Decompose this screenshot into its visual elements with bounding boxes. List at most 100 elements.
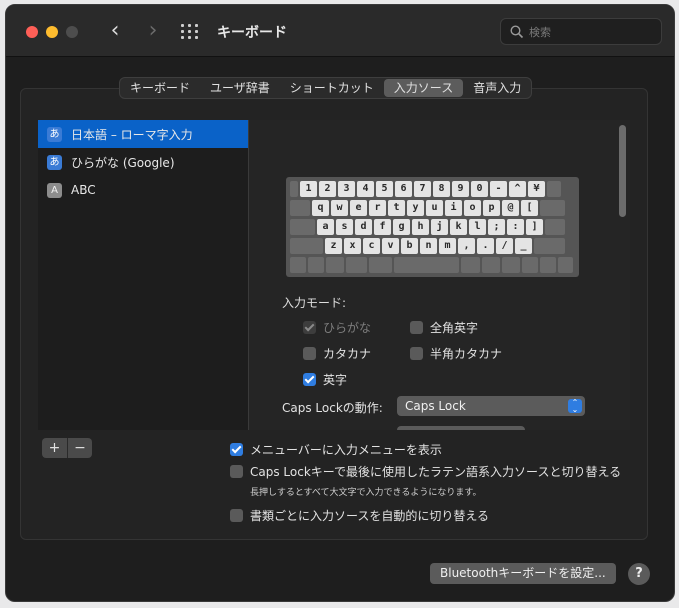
tab-dictation[interactable]: 音声入力 [463,78,531,98]
keyboard-key: o [464,200,481,216]
minimize-window-button[interactable] [46,26,58,38]
keyboard-key: v [382,238,399,254]
checkbox[interactable] [230,465,243,478]
checkbox[interactable] [230,443,243,456]
tab-keyboard[interactable]: キーボード [120,78,200,98]
input-source-item-abc[interactable]: A ABC [38,176,248,204]
keyboard-key: ] [526,219,543,235]
search-input[interactable] [529,23,654,41]
back-button[interactable]: ‹ [102,19,128,45]
mode-eiji-checkbox[interactable]: 英字 [303,371,347,388]
checkbox-label: Caps Lockキーで最後に使用したラテン語系入力ソースと切り替える [250,465,622,479]
checkbox-label: 英字 [323,373,348,387]
add-source-button[interactable]: + [42,438,67,458]
keyboard-key [502,257,521,273]
keyboard-key: 2 [319,181,336,197]
keyboard-key: z [325,238,342,254]
close-window-button[interactable] [26,26,38,38]
forward-button[interactable]: › [140,19,166,45]
checkbox-label: ひらがな [323,321,372,335]
keyboard-key: , [458,238,475,254]
tab-bar: キーボード ユーザ辞書 ショートカット 入力ソース 音声入力 [119,77,533,99]
input-source-label: 日本語 – ローマ字入力 [71,127,193,142]
keyboard-row: q w e r t y u i o p @[ [290,200,575,217]
zoom-window-button[interactable] [66,26,78,38]
help-icon[interactable]: ? [628,563,650,585]
tab-input-sources[interactable]: 入力ソース [383,79,464,97]
keyboard-key: a [317,219,334,235]
keyboard-key: : [507,219,524,235]
keyboard-key: [ [521,200,538,216]
keyboard-key [545,219,565,235]
input-mode-heading: 入力モード: [282,296,347,310]
checkbox[interactable] [410,321,423,334]
remove-source-button[interactable]: − [67,438,92,458]
keyboard-key: l [469,219,486,235]
keyboard-row: 1 2 3 4 5 6 7 8 9 0- ^ ¥ [290,181,575,198]
keyboard-key: 1 [300,181,317,197]
detail-scrollbar[interactable] [619,125,626,217]
keyboard-key: k [450,219,467,235]
keyboard-key: i [445,200,462,216]
checkbox[interactable] [303,347,316,360]
checkbox[interactable] [410,347,423,360]
caps-lock-behavior-label: Caps Lockの動作: [282,401,383,415]
mode-zenkaku-eiji-checkbox[interactable]: 全角英字 [410,319,478,336]
mode-hankaku-katakana-checkbox[interactable]: 半角カタカナ [410,345,502,362]
keyboard-key: p [483,200,500,216]
keyboard-key: 0 [471,181,488,197]
input-source-list: あ 日本語 – ローマ字入力 あ ひらがな (Google) A ABC [38,120,248,430]
checkbox[interactable] [230,509,243,522]
keyboard-key: - [490,181,507,197]
keyboard-key: 3 [338,181,355,197]
tab-user-dictionary[interactable]: ユーザ辞書 [200,78,280,98]
keyboard-key: 6 [395,181,412,197]
keyboard-key: j [431,219,448,235]
hiragana-a-icon: あ [47,126,62,142]
keyboard-key [307,257,324,273]
input-source-item-google-hiragana[interactable]: あ ひらがな (Google) [38,148,248,176]
keyboard-key [522,257,539,273]
keyboard-key [540,200,565,216]
keyboard-key: 9 [452,181,469,197]
keyboard-key: 4 [357,181,374,197]
keyboard-key: ^ [509,181,526,197]
secondary-popup[interactable] [397,426,525,430]
show-all-grid-icon[interactable] [180,23,200,41]
keyboard-key: 5 [376,181,393,197]
keyboard-key [325,257,344,273]
title-bar: ‹ › キーボード [6,5,674,57]
caps-lock-switch-checkbox[interactable]: Caps Lockキーで最後に使用したラテン語系入力ソースと切り替える [230,463,621,480]
keyboard-key: _ [515,238,532,254]
checkbox[interactable] [303,373,316,386]
caps-lock-behavior-popup[interactable]: Caps Lock ⌃ ⌄ [397,396,585,416]
keyboard-key: c [363,238,380,254]
add-remove-control: + − [42,438,92,458]
checkbox-label: カタカナ [323,347,372,361]
input-source-item-japanese-romaji[interactable]: あ 日本語 – ローマ字入力 [38,120,248,148]
keyboard-key [290,181,298,197]
keyboard-key [369,257,392,273]
checkbox-label: 全角英字 [430,321,479,335]
search-field[interactable] [500,18,662,45]
mode-katakana-checkbox[interactable]: カタカナ [303,345,371,362]
keyboard-key [290,257,306,273]
keyboard-key [481,257,501,273]
setup-bluetooth-keyboard-button[interactable]: Bluetoothキーボードを設定... [430,563,616,584]
hiragana-a-icon: あ [47,154,62,170]
keyboard-key: d [355,219,372,235]
tab-shortcuts[interactable]: ショートカット [280,78,384,98]
keyboard-key: q [312,200,329,216]
keyboard-key [534,238,565,254]
keyboard-key: m [439,238,456,254]
checkbox-label: 書類ごとに入力ソースを自動的に切り替える [250,509,490,523]
show-input-menu-checkbox[interactable]: メニューバーに入力メニューを表示 [230,441,442,458]
keyboard-key: ; [488,219,505,235]
input-source-label: ABC [71,183,96,197]
keyboard-key: ¥ [528,181,545,197]
auto-switch-source-checkbox[interactable]: 書類ごとに入力ソースを自動的に切り替える [230,507,489,524]
keyboard-key [290,200,310,216]
keyboard-key: f [374,219,391,235]
keyboard-key: y [407,200,424,216]
keyboard-key [558,257,574,273]
